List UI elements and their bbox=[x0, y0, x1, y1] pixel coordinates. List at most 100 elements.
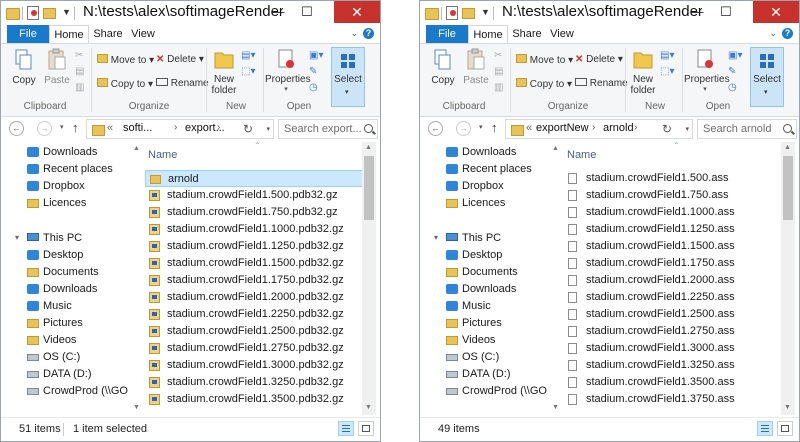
maximize-button[interactable]: ☐ bbox=[712, 1, 740, 23]
tab-file[interactable]: File bbox=[7, 25, 49, 43]
nav-item[interactable]: Downloads bbox=[420, 281, 551, 298]
nav-item[interactable]: OS (C:) bbox=[420, 349, 551, 366]
rename-button[interactable]: Rename bbox=[575, 78, 628, 89]
nav-item[interactable]: Pictures bbox=[1, 315, 132, 332]
file-row[interactable]: stadium.crowdField1.2000.pdb32.gz bbox=[145, 289, 363, 306]
copy-path-icon[interactable]: ▤ bbox=[75, 66, 84, 77]
search-input[interactable]: Search arnold bbox=[703, 123, 772, 135]
file-list-scrollbar[interactable]: ▲ ▼ bbox=[362, 142, 376, 415]
recent-locations-icon[interactable]: ▾ bbox=[60, 123, 64, 131]
file-row[interactable]: stadium.crowdField1.1000.ass bbox=[564, 204, 782, 221]
file-row[interactable]: stadium.crowdField1.3250.pdb32.gz bbox=[145, 374, 363, 391]
tab-view[interactable]: View bbox=[125, 25, 161, 43]
back-button[interactable]: ← bbox=[428, 121, 443, 136]
file-row[interactable]: stadium.crowdField1.2250.pdb32.gz bbox=[145, 306, 363, 323]
chevron-right-icon[interactable]: › bbox=[592, 122, 595, 133]
file-row[interactable]: stadium.crowdField1.3000.ass bbox=[564, 340, 782, 357]
scrollbar-thumb[interactable] bbox=[783, 156, 793, 220]
address-bar[interactable]: « exportNew › arnold › ▾ ↻ bbox=[505, 119, 693, 139]
title-bar[interactable]: ▼ N:\tests\alex\softimageRender\export —… bbox=[1, 1, 380, 25]
nav-item[interactable]: Documents bbox=[420, 264, 551, 281]
address-bar[interactable]: « softi... › export... › ▾ ↻ bbox=[86, 119, 274, 139]
breadcrumb-overflow[interactable]: « bbox=[107, 122, 113, 134]
help-icon[interactable]: ? bbox=[782, 28, 793, 39]
large-icons-view-button[interactable] bbox=[358, 421, 374, 436]
nav-item[interactable]: Videos bbox=[1, 332, 132, 349]
address-dropdown-icon[interactable]: ▾ bbox=[685, 125, 689, 133]
file-row[interactable]: stadium.crowdField1.1750.ass bbox=[564, 255, 782, 272]
nav-item[interactable]: Desktop bbox=[420, 247, 551, 264]
new-folder-button[interactable]: New folder bbox=[209, 47, 239, 96]
refresh-icon[interactable]: ↻ bbox=[243, 122, 253, 136]
new-folder-button[interactable]: New folder bbox=[628, 47, 658, 96]
large-icons-view-button[interactable] bbox=[777, 421, 793, 436]
search-input[interactable]: Search export... bbox=[284, 123, 362, 135]
file-row[interactable]: stadium.crowdField1.3500.ass bbox=[564, 374, 782, 391]
nav-item[interactable]: OS (C:) bbox=[1, 349, 132, 366]
file-list[interactable]: Name ⌃ arnold stadium.crowdField1.500.pdb… bbox=[142, 142, 364, 415]
file-row[interactable]: stadium.crowdField1.1750.pdb32.gz bbox=[145, 272, 363, 289]
tab-view[interactable]: View bbox=[544, 25, 580, 43]
column-header-name[interactable]: Name bbox=[148, 149, 177, 161]
scroll-down-icon[interactable]: ▼ bbox=[552, 404, 559, 411]
help-icon[interactable]: ? bbox=[363, 28, 374, 39]
navigation-scrollbar[interactable]: ▲ ▼ bbox=[551, 142, 561, 415]
search-box[interactable]: Search arnold bbox=[697, 119, 797, 139]
select-button[interactable]: Select ▾ bbox=[331, 47, 365, 107]
file-list-scrollbar[interactable]: ▲ ▼ bbox=[781, 142, 795, 415]
expand-ribbon-icon[interactable]: ⌄ bbox=[769, 28, 777, 39]
nav-item[interactable]: Licences bbox=[420, 195, 551, 212]
chevron-right-icon[interactable]: › bbox=[634, 122, 637, 133]
open-icon[interactable]: ▣▾ bbox=[728, 50, 742, 61]
file-row[interactable]: arnold bbox=[145, 170, 363, 187]
file-row[interactable]: stadium.crowdField1.2500.ass bbox=[564, 306, 782, 323]
navigation-scrollbar[interactable]: ▲ ▼ bbox=[132, 142, 142, 415]
history-icon[interactable]: ◷ bbox=[309, 82, 318, 93]
nav-item[interactable]: Music bbox=[420, 298, 551, 315]
properties-icon[interactable] bbox=[446, 6, 458, 20]
chevron-right-icon[interactable]: › bbox=[217, 122, 220, 133]
paste-shortcut-icon[interactable]: ▥ bbox=[494, 82, 503, 93]
edit-icon[interactable]: ✎ bbox=[728, 66, 736, 77]
file-row[interactable]: stadium.crowdField1.2500.pdb32.gz bbox=[145, 323, 363, 340]
properties-button[interactable]: Properties ▾ bbox=[684, 47, 730, 93]
column-header-name[interactable]: Name bbox=[567, 149, 596, 161]
back-button[interactable]: ← bbox=[9, 121, 24, 136]
search-icon[interactable] bbox=[364, 124, 373, 133]
move-to-button[interactable]: Move to ▾ bbox=[516, 54, 573, 66]
properties-icon[interactable] bbox=[27, 6, 39, 20]
move-to-button[interactable]: Move to ▾ bbox=[97, 54, 154, 66]
tab-share[interactable]: Share bbox=[510, 25, 544, 43]
scroll-down-icon[interactable]: ▼ bbox=[365, 404, 372, 411]
history-icon[interactable]: ◷ bbox=[728, 82, 737, 93]
file-row[interactable]: stadium.crowdField1.750.pdb32.gz bbox=[145, 204, 363, 221]
search-box[interactable]: Search export... bbox=[278, 119, 378, 139]
nav-item[interactable]: DATA (D:) bbox=[1, 366, 132, 383]
customize-toolbar-icon[interactable]: ▼ bbox=[481, 7, 490, 17]
copy-button[interactable]: Copy bbox=[426, 48, 460, 86]
open-icon[interactable]: ▣▾ bbox=[309, 50, 323, 61]
easy-access-icon[interactable]: ⬚▾ bbox=[241, 66, 255, 77]
copy-button[interactable]: Copy bbox=[7, 48, 41, 86]
nav-item[interactable]: Recent places bbox=[420, 161, 551, 178]
scroll-up-icon[interactable]: ▲ bbox=[784, 144, 791, 151]
select-button[interactable]: Select ▾ bbox=[750, 47, 784, 107]
file-row[interactable]: stadium.crowdField1.750.ass bbox=[564, 187, 782, 204]
scroll-up-icon[interactable]: ▲ bbox=[133, 145, 140, 152]
close-button[interactable]: ✕ bbox=[334, 1, 380, 23]
nav-item[interactable]: CrowdProd (\\GO bbox=[1, 383, 132, 400]
up-button[interactable]: ↑ bbox=[491, 120, 498, 135]
file-row[interactable]: stadium.crowdField1.3500.pdb32.gz bbox=[145, 391, 363, 408]
nav-item[interactable]: Recent places bbox=[1, 161, 132, 178]
cut-icon[interactable]: ✂ bbox=[494, 50, 502, 61]
file-row[interactable]: stadium.crowdField1.1500.ass bbox=[564, 238, 782, 255]
breadcrumb-item[interactable]: softi... bbox=[123, 122, 152, 134]
file-row[interactable]: stadium.crowdField1.1500.pdb32.gz bbox=[145, 255, 363, 272]
nav-item[interactable]: Pictures bbox=[420, 315, 551, 332]
nav-item[interactable]: Dropbox bbox=[420, 178, 551, 195]
file-row[interactable]: stadium.crowdField1.500.pdb32.gz bbox=[145, 187, 363, 204]
maximize-button[interactable]: ☐ bbox=[293, 1, 321, 23]
paste-button[interactable]: Paste bbox=[41, 48, 73, 86]
minimize-button[interactable]: — bbox=[683, 1, 711, 23]
customize-toolbar-icon[interactable]: ▼ bbox=[62, 7, 71, 17]
